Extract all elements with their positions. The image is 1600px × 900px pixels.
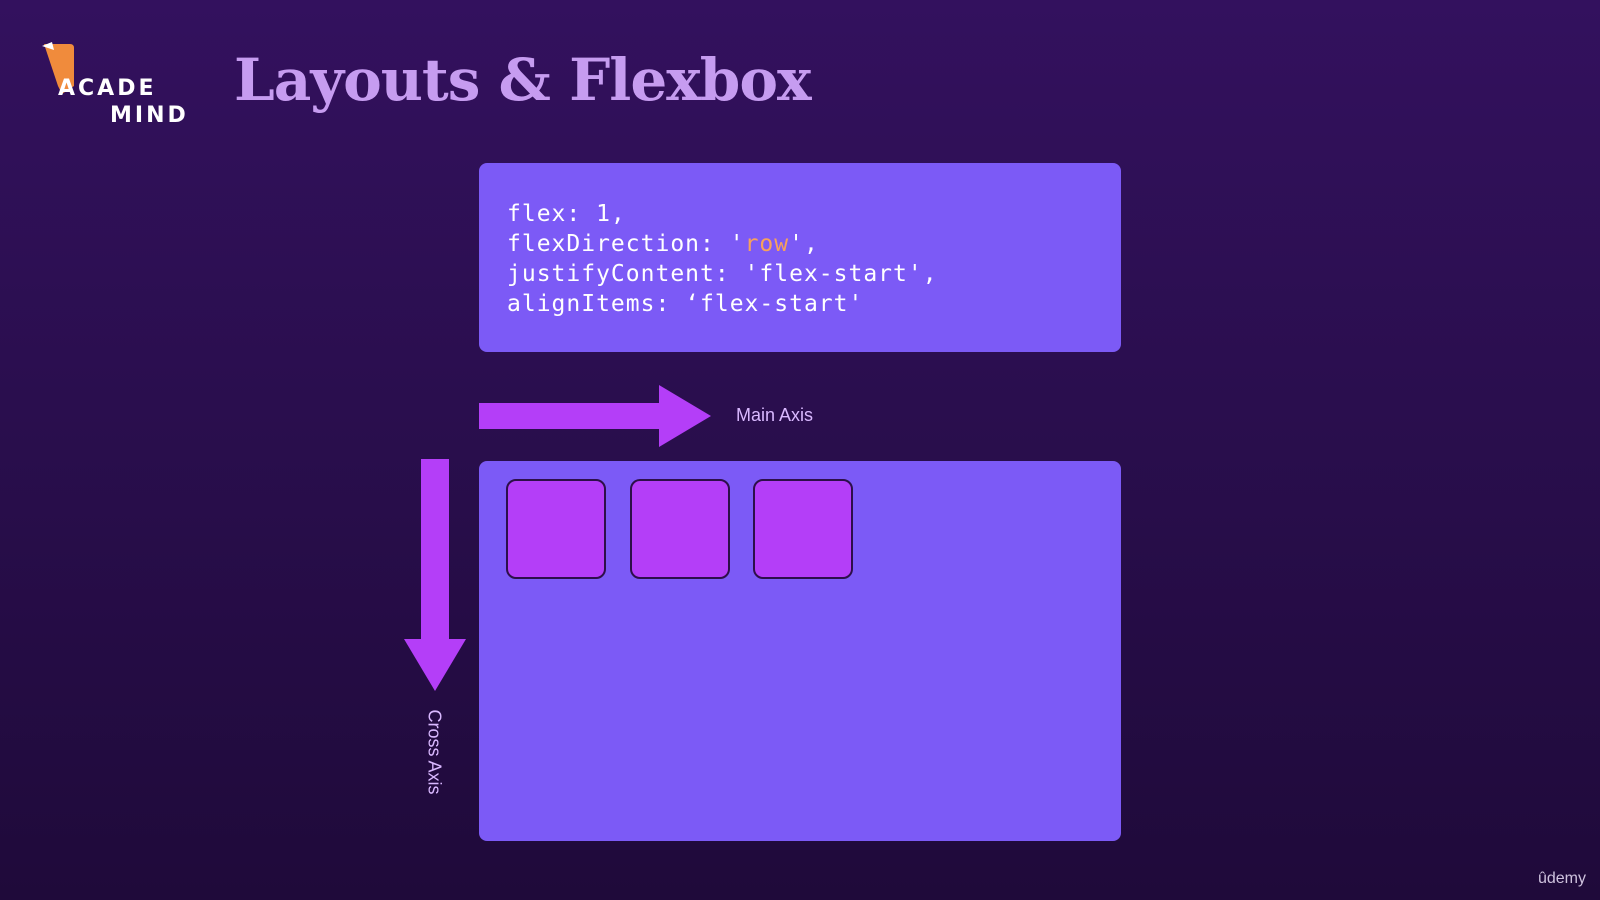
main-axis-arrow-icon — [479, 385, 711, 447]
logo-text-mind: MIND — [110, 103, 189, 128]
flex-item-3 — [753, 479, 853, 579]
code-card: flex: 1, flexDirection: 'row', justifyCo… — [479, 163, 1121, 352]
flex-item-1 — [506, 479, 606, 579]
cross-axis-arrow-icon — [404, 459, 466, 691]
code-line2-prefix: flexDirection: ' — [507, 231, 745, 257]
code-line2-suffix: ', — [789, 231, 819, 257]
academind-logo: ACADE MIND — [40, 40, 200, 130]
main-axis-label: Main Axis — [736, 405, 814, 425]
code-line-align-items: alignItems: ‘flex-start' — [507, 291, 864, 317]
slide-title: Layouts & Flexbox — [234, 46, 812, 114]
code-line-flex-direction: flexDirection: 'row', — [507, 229, 1121, 259]
udemy-watermark: ûdemy — [1537, 870, 1586, 887]
flex-container-box — [479, 461, 1121, 841]
cross-axis-label: Cross Axis — [424, 709, 445, 795]
logo-text-acade: ACADE — [58, 76, 157, 101]
flex-item-2 — [630, 479, 730, 579]
code-highlight-row: row — [744, 231, 790, 257]
code-line-justify-content: justifyContent: 'flex-start', — [507, 261, 938, 287]
code-line-flex: flex: 1, — [507, 201, 626, 227]
